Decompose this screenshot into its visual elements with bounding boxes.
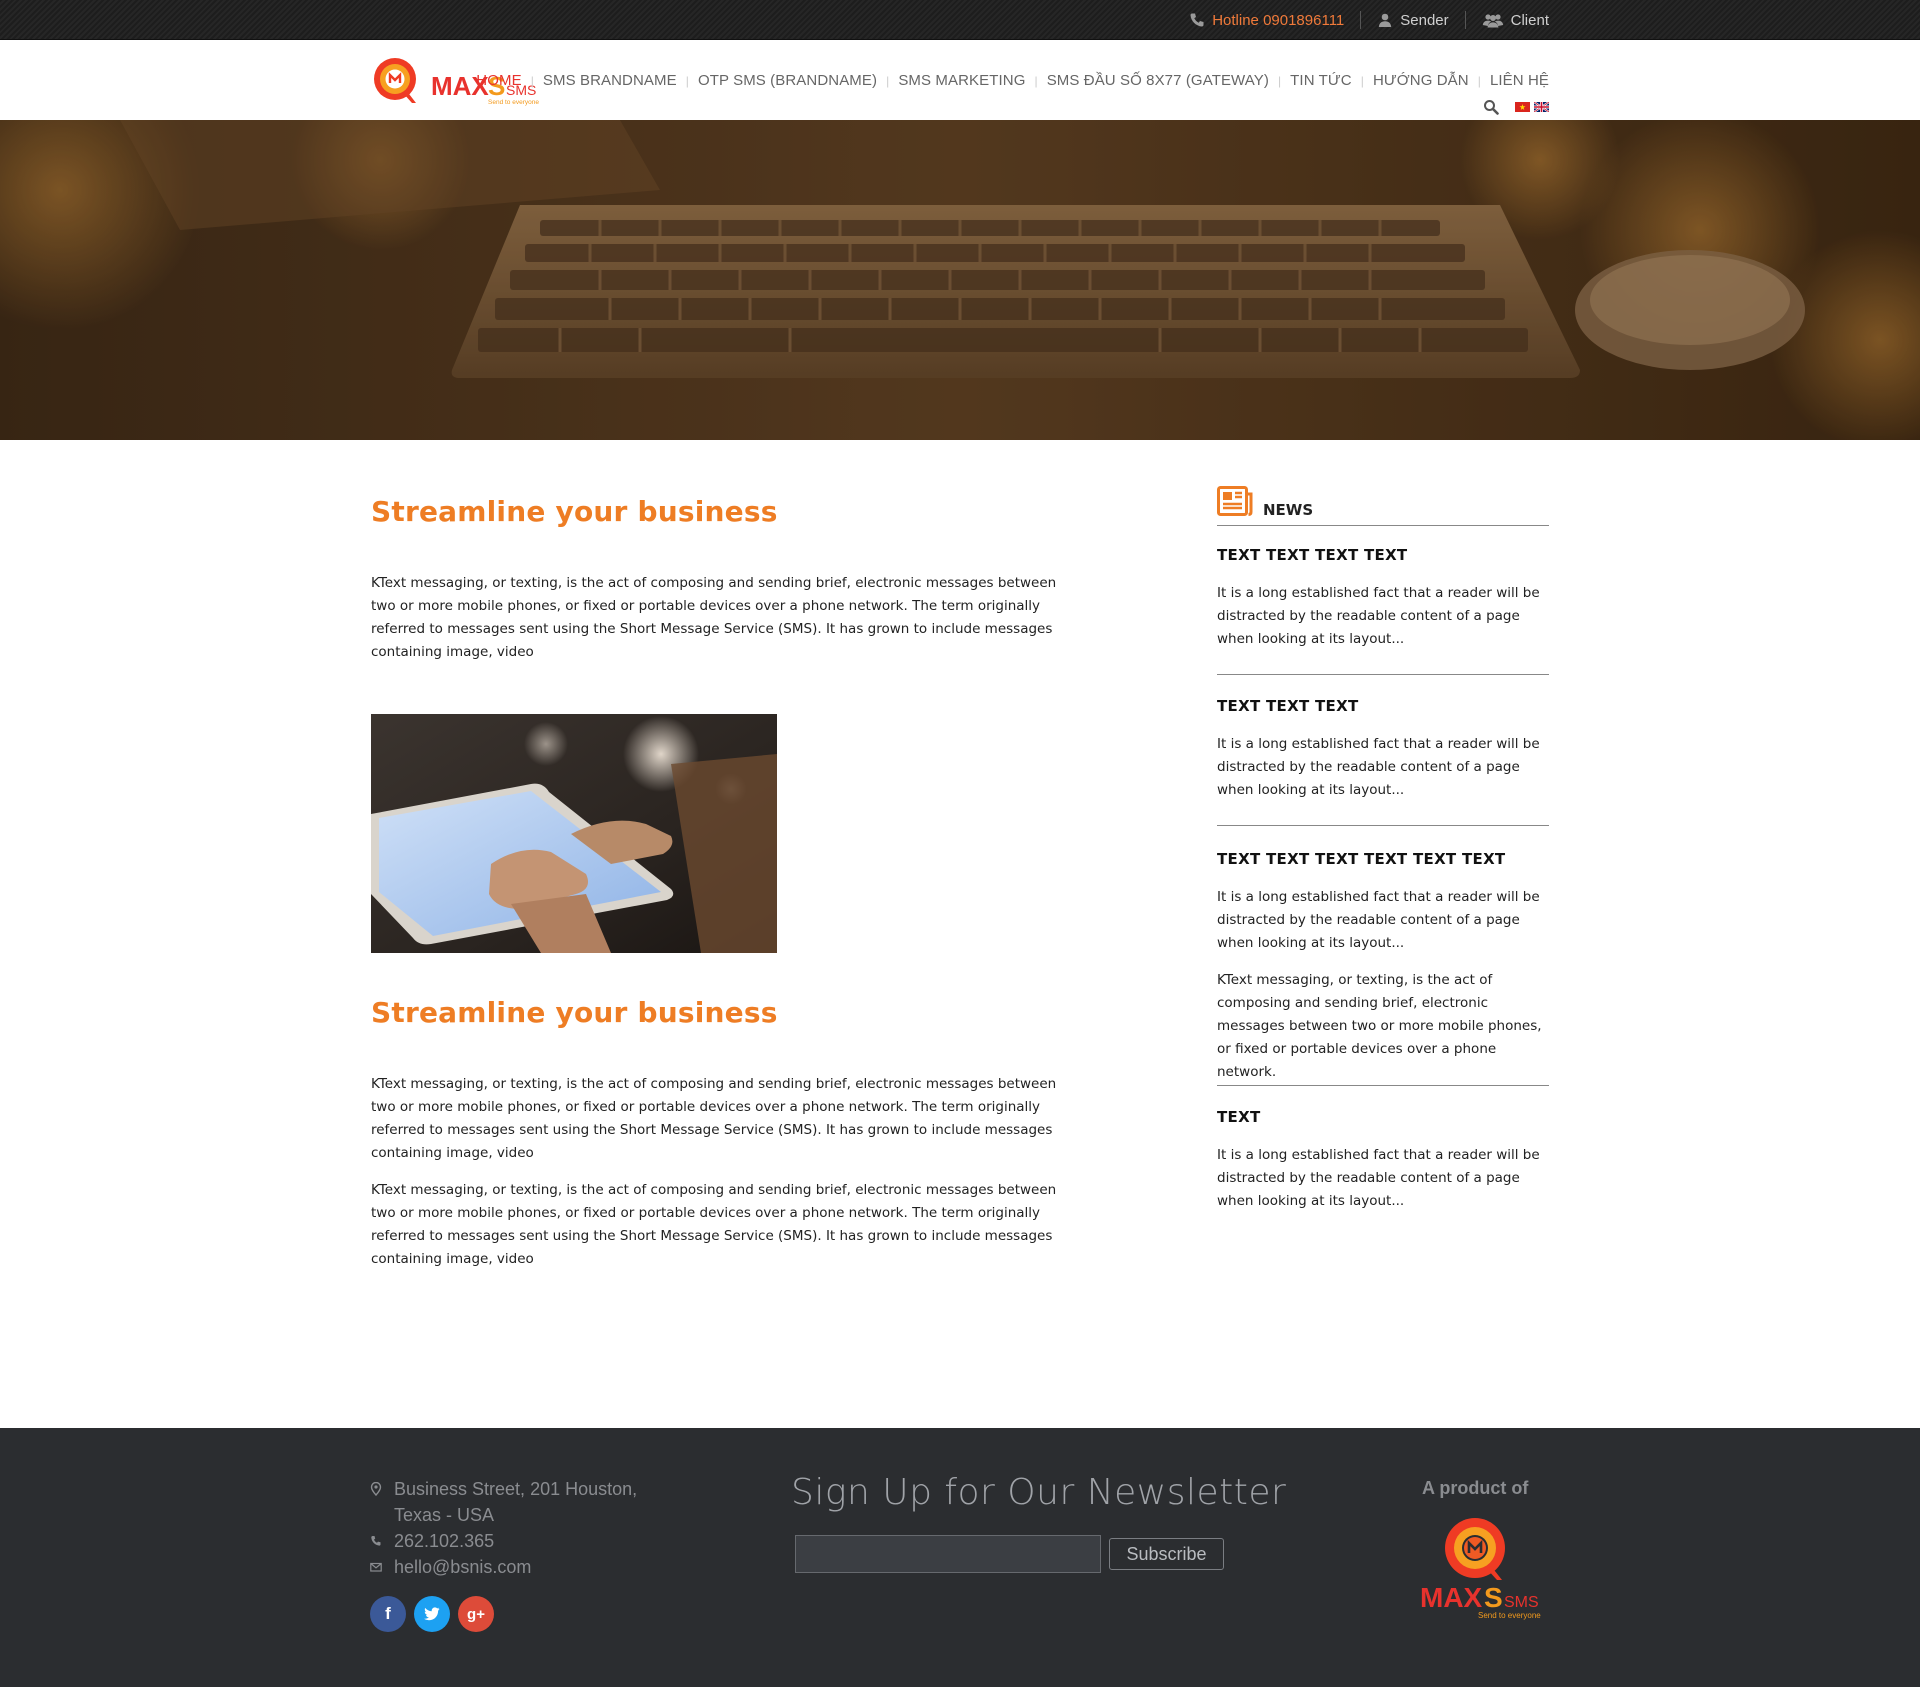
language-switcher [1515, 102, 1549, 112]
site-header: MAX S SMS Send to everyone HOME | SMS BR… [0, 40, 1920, 120]
section-title: Streamline your business [371, 495, 778, 528]
newsletter-title: Sign Up for Our Newsletter [791, 1472, 1287, 1513]
address-line-2: Texas - USA [394, 1505, 495, 1525]
location-pin-icon [370, 1482, 382, 1496]
news-item-title[interactable]: TEXT TEXT TEXT [1217, 697, 1549, 715]
search-icon[interactable] [1483, 99, 1499, 115]
news-item-excerpt: It is a long established fact that a rea… [1217, 585, 1540, 647]
nav-separator: | [1034, 73, 1038, 88]
tablet-photo [371, 714, 777, 953]
phone: 262.102.365 [370, 1528, 637, 1554]
news-item-title[interactable]: TEXT [1217, 1108, 1549, 1126]
google-plus-icon[interactable]: g+ [458, 1596, 494, 1632]
section-paragraph: KText messaging, or texting, is the act … [371, 1076, 1057, 1161]
top-bar-links: Hotline 0901896111 Sender Client [1189, 0, 1549, 40]
divider [1464, 11, 1466, 29]
nav-separator: | [685, 73, 689, 88]
divider [1217, 825, 1549, 826]
subscribe-button[interactable]: Subscribe [1109, 1538, 1224, 1570]
footer-contact: Business Street, 201 Houston, Texas - US… [370, 1476, 637, 1580]
nav-item-sms-gateway[interactable]: SMS ĐẦU SỐ 8X77 (GATEWAY) [1047, 72, 1269, 89]
nav-separator: | [530, 73, 534, 88]
divider [1217, 674, 1549, 675]
maxs-logo-icon: MAX S SMS Send to everyone [1420, 1518, 1541, 1620]
footer-logo-tagline: Send to everyone [1478, 1611, 1541, 1620]
divider [1217, 1085, 1549, 1086]
flag-vietnam-icon[interactable] [1515, 102, 1530, 112]
facebook-icon[interactable]: f [370, 1596, 406, 1632]
user-icon [1379, 13, 1392, 27]
keyboard-hero-image [0, 120, 1920, 440]
sender-link[interactable]: Sender [1377, 11, 1449, 29]
section-paragraph: KText messaging, or texting, is the act … [371, 1182, 1057, 1267]
news-item-title[interactable]: TEXT TEXT TEXT TEXT [1217, 546, 1549, 564]
address-line-1: Business Street, 201 Houston, [394, 1479, 638, 1499]
section-paragraph: KText messaging, or texting, is the act … [371, 575, 1057, 660]
header-tools [1483, 99, 1549, 115]
email-address[interactable]: hello@bsnis.com [394, 1554, 531, 1580]
news-item-title[interactable]: TEXT TEXT TEXT TEXT TEXT TEXT [1217, 850, 1549, 868]
newsletter-email-input[interactable] [795, 1535, 1101, 1573]
section-title: Streamline your business [371, 996, 778, 1029]
nav-item-otp-sms[interactable]: OTP SMS (BRANDNAME) [698, 72, 877, 89]
site-footer: Business Street, 201 Houston, Texas - US… [0, 1428, 1920, 1687]
nav-separator: | [886, 73, 890, 88]
nav-item-home[interactable]: HOME [476, 72, 521, 89]
client-link[interactable]: Client [1482, 12, 1549, 29]
flag-uk-icon[interactable] [1534, 102, 1549, 112]
news-item[interactable]: TEXT It is a long established fact that … [1217, 1108, 1549, 1213]
news-item-excerpt: It is a long established fact that a rea… [1217, 736, 1540, 798]
news-item-excerpt: It is a long established fact that a rea… [1217, 1147, 1540, 1209]
footer-logo[interactable]: MAX S SMS Send to everyone [1420, 1514, 1552, 1624]
users-icon [1482, 14, 1503, 28]
twitter-bird-icon [424, 1607, 440, 1621]
phone-icon [371, 1536, 381, 1546]
phone-number: 262.102.365 [394, 1531, 495, 1551]
main-nav: HOME | SMS BRANDNAME | OTP SMS (BRANDNAM… [476, 72, 1549, 89]
address: Business Street, 201 Houston, Texas - US… [370, 1476, 637, 1528]
news-item-excerpt: It is a long established fact that a rea… [1217, 889, 1540, 951]
newspaper-icon [1217, 486, 1253, 516]
social-links: f g+ [370, 1596, 494, 1632]
footer-logo-s-text: S [1484, 1582, 1503, 1613]
email-icon [370, 1562, 382, 1572]
top-bar: Hotline 0901896111 Sender Client [0, 0, 1920, 40]
nav-item-sms-marketing[interactable]: SMS MARKETING [898, 72, 1025, 89]
nav-separator: | [1360, 73, 1364, 88]
logo-tagline: Send to everyone [488, 99, 539, 106]
hotline-text: Hotline 0901896111 [1212, 11, 1345, 29]
nav-separator: | [1277, 73, 1282, 88]
news-header: NEWS [1217, 484, 1549, 526]
nav-item-news[interactable]: TIN TỨC [1290, 72, 1352, 89]
client-label: Client [1510, 11, 1549, 29]
nav-item-sms-brandname[interactable]: SMS BRANDNAME [543, 72, 677, 89]
news-item-extra: KText messaging, or texting, is the act … [1217, 972, 1542, 1080]
news-item[interactable]: TEXT TEXT TEXT TEXT TEXT TEXT It is a lo… [1217, 850, 1549, 1084]
news-item[interactable]: TEXT TEXT TEXT TEXT It is a long establi… [1217, 546, 1549, 651]
news-item[interactable]: TEXT TEXT TEXT It is a long established … [1217, 697, 1549, 802]
hotline-link[interactable]: Hotline 0901896111 [1189, 12, 1344, 29]
hero-banner [0, 120, 1920, 440]
divider [1360, 11, 1362, 29]
sender-label: Sender [1400, 11, 1449, 29]
email: hello@bsnis.com [370, 1554, 637, 1580]
footer-logo-sms-text: SMS [1504, 1594, 1539, 1611]
phone-icon [1190, 13, 1204, 27]
nav-separator: | [1477, 73, 1481, 88]
news-heading: NEWS [1263, 501, 1314, 519]
product-of-label: A product of [1422, 1478, 1529, 1498]
tablet-image [371, 714, 777, 953]
twitter-icon[interactable] [414, 1596, 450, 1632]
nav-item-guide[interactable]: HƯỚNG DẪN [1373, 72, 1469, 89]
nav-item-contact[interactable]: LIÊN HỆ [1490, 72, 1549, 89]
footer-logo-max-text: MAX [1420, 1582, 1483, 1613]
